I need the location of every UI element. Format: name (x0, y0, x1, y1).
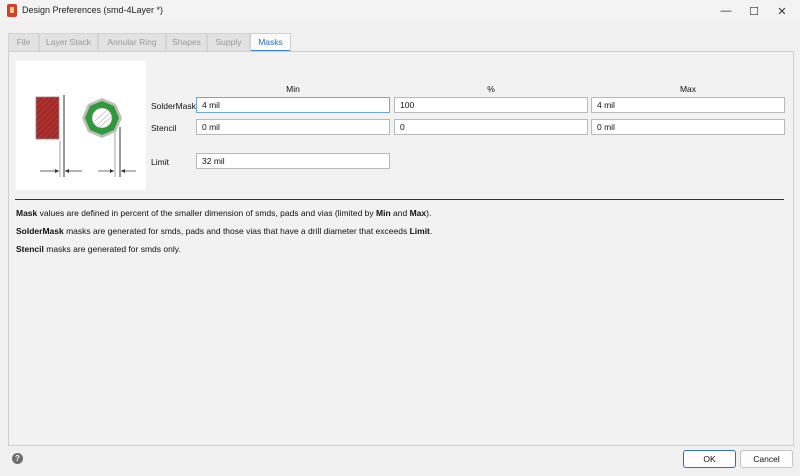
app-icon (7, 4, 17, 17)
window-title: Design Preferences (smd-4Layer *) (22, 5, 164, 15)
limit-label: Limit (151, 157, 169, 167)
tab-layer-stack[interactable]: Layer Stack (39, 33, 98, 51)
stencil-min-input[interactable] (196, 119, 390, 135)
close-button[interactable]: ✕ (768, 0, 796, 22)
description-stencil: Stencil masks are generated for smds onl… (16, 244, 181, 254)
tab-masks[interactable]: Masks (250, 33, 291, 52)
column-header-percent: % (487, 84, 495, 94)
description-soldermask: SolderMask masks are generated for smds,… (16, 226, 433, 236)
soldermask-min-input[interactable] (196, 97, 390, 113)
help-icon[interactable]: ? (12, 453, 23, 464)
soldermask-label: SolderMask (151, 101, 196, 111)
divider (15, 199, 784, 200)
cancel-button[interactable]: Cancel (740, 450, 793, 468)
ok-button[interactable]: OK (683, 450, 736, 468)
tab-annular-ring[interactable]: Annular Ring (98, 33, 166, 51)
limit-input[interactable] (196, 153, 390, 169)
soldermask-percent-input[interactable] (394, 97, 588, 113)
column-header-min: Min (286, 84, 300, 94)
maximize-button[interactable]: ☐ (740, 0, 768, 22)
stencil-max-input[interactable] (591, 119, 785, 135)
stencil-percent-input[interactable] (394, 119, 588, 135)
mask-illustration (16, 61, 146, 190)
pad-shape (82, 98, 122, 138)
soldermask-max-input[interactable] (591, 97, 785, 113)
stencil-label: Stencil (151, 123, 177, 133)
description-mask: Mask values are defined in percent of th… (16, 208, 432, 218)
title-bar: Design Preferences (smd-4Layer *) — ☐ ✕ (0, 0, 800, 22)
tab-file[interactable]: File (8, 33, 39, 51)
minimize-button[interactable]: — (712, 0, 740, 22)
tab-shapes[interactable]: Shapes (166, 33, 207, 51)
column-header-max: Max (679, 84, 697, 94)
smd-shape (35, 96, 60, 140)
mask-diagram (35, 95, 136, 177)
tab-supply[interactable]: Supply (207, 33, 250, 51)
